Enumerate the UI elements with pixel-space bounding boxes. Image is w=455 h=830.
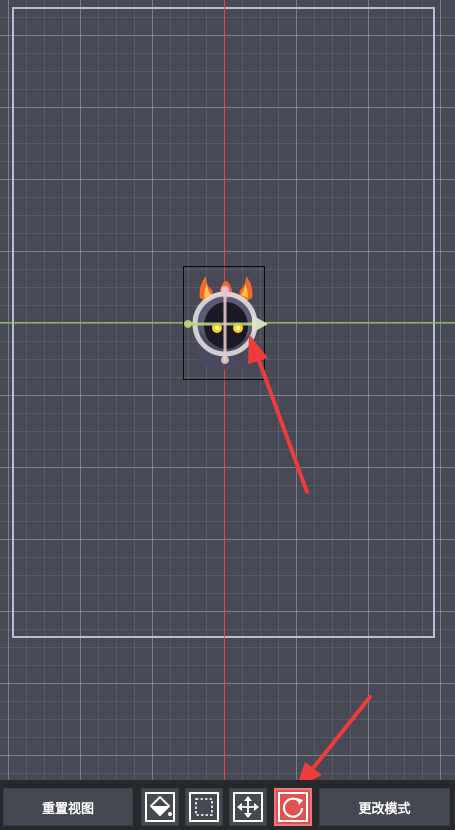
fill-tool-icon — [145, 792, 175, 822]
change-mode-button[interactable]: 更改模式 — [319, 788, 450, 826]
editor-canvas[interactable] — [0, 0, 455, 780]
marquee-select-icon — [189, 792, 219, 822]
rotate-tool-button[interactable] — [274, 788, 312, 826]
rotate-tool-icon — [278, 792, 308, 822]
move-tool-icon — [233, 792, 263, 822]
fill-tool-button[interactable] — [141, 788, 179, 826]
reset-view-button[interactable]: 重置视图 — [3, 788, 133, 826]
rotate-gizmo[interactable] — [176, 280, 276, 370]
y-axis-line — [224, 0, 225, 780]
move-tool-button[interactable] — [229, 788, 267, 826]
bottom-toolbar: 重置视图 更改模式 — [0, 780, 455, 830]
marquee-select-button[interactable] — [185, 788, 223, 826]
